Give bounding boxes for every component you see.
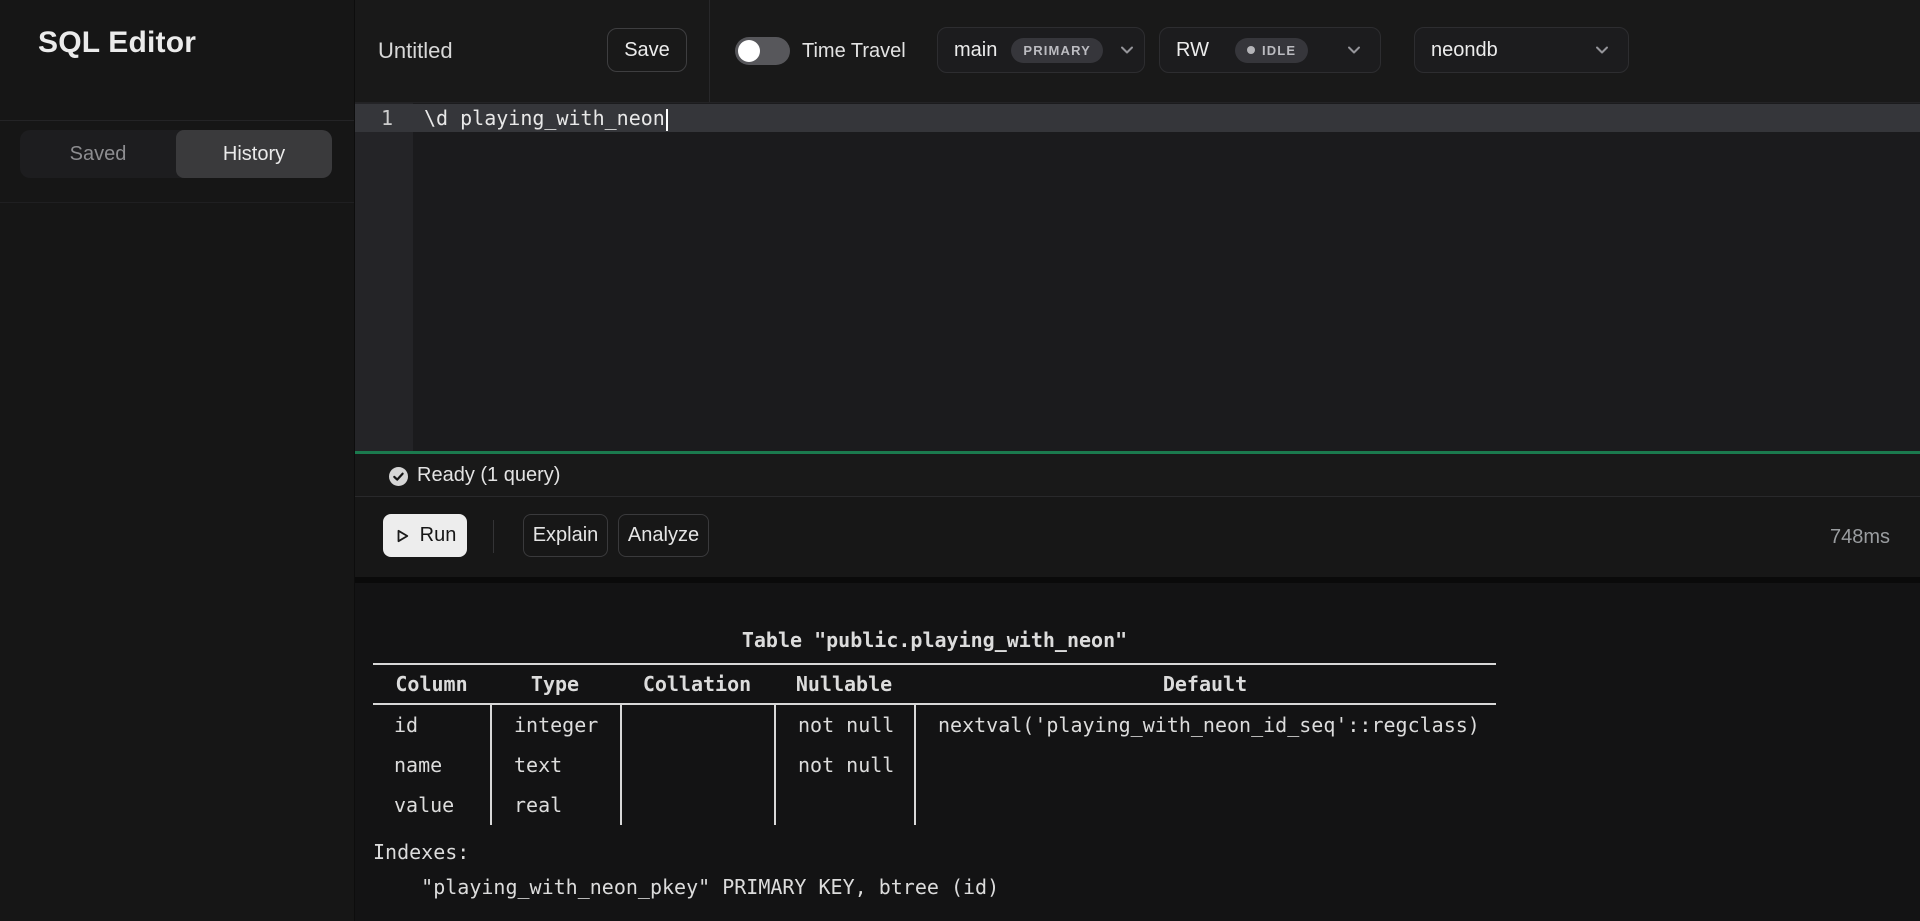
- status-dot-icon: [1247, 46, 1255, 54]
- chevron-down-icon: [1344, 40, 1364, 60]
- divider: [493, 520, 494, 553]
- saved-history-tabs: Saved History: [20, 130, 332, 178]
- table-cell: id: [373, 705, 490, 745]
- sql-editor-app: SQL Editor Saved History Untitled Save T…: [0, 0, 1920, 921]
- table-cell: name: [373, 745, 490, 785]
- sql-code-editor[interactable]: 1 \d playing_with_neon: [355, 103, 1920, 451]
- table-cell: nextval('playing_with_neon_id_seq'::regc…: [914, 705, 1496, 745]
- table-cell: text: [490, 745, 620, 785]
- time-travel-toggle[interactable]: [735, 37, 790, 65]
- chevron-down-icon: [1592, 40, 1612, 60]
- line-number-gutter: [355, 103, 413, 451]
- divider: [709, 0, 710, 102]
- query-title[interactable]: Untitled: [378, 0, 453, 102]
- indexes-label: Indexes:: [373, 840, 469, 864]
- divider: [0, 202, 354, 203]
- database-name: neondb: [1431, 39, 1498, 62]
- editor-topbar: Untitled Save Time Travel main PRIMARY R…: [355, 0, 1920, 103]
- idle-status-badge: IDLE: [1235, 38, 1308, 63]
- result-table-title: Table "public.playing_with_neon": [373, 620, 1496, 660]
- database-selector[interactable]: neondb: [1414, 27, 1629, 73]
- text-cursor: [666, 109, 668, 131]
- query-toolbar: Run Explain Analyze 748ms: [355, 497, 1920, 577]
- code-text: \d playing_with_neon: [424, 106, 665, 130]
- index-definition: "playing_with_neon_pkey" PRIMARY KEY, bt…: [373, 875, 999, 899]
- table-cell: [914, 785, 1496, 825]
- branch-name: main: [954, 39, 997, 62]
- line-number: 1: [355, 104, 413, 132]
- branch-selector[interactable]: main PRIMARY: [937, 27, 1145, 73]
- table-cell: not null: [774, 705, 914, 745]
- column-header: Default: [914, 665, 1496, 703]
- explain-button[interactable]: Explain: [523, 514, 608, 557]
- status-message: Ready (1 query): [417, 454, 560, 496]
- query-duration: 748ms: [1830, 497, 1890, 577]
- table-cell: [774, 785, 914, 825]
- table-cell: value: [373, 785, 490, 825]
- idle-badge-label: IDLE: [1262, 43, 1296, 58]
- sidebar: SQL Editor Saved History: [0, 0, 355, 921]
- column-header: Column: [373, 665, 490, 703]
- time-travel-label: Time Travel: [802, 0, 906, 102]
- active-line[interactable]: 1 \d playing_with_neon: [355, 104, 1920, 132]
- toggle-knob: [738, 40, 760, 62]
- chevron-down-icon: [1117, 40, 1137, 60]
- divider: [0, 120, 354, 121]
- page-title: SQL Editor: [38, 26, 196, 60]
- result-table-body: id integer not null nextval('playing_wit…: [373, 705, 1496, 825]
- compute-selector[interactable]: RW IDLE: [1159, 27, 1381, 73]
- query-results: Table "public.playing_with_neon" Column …: [355, 583, 1920, 921]
- tab-history[interactable]: History: [176, 130, 332, 178]
- table-cell: integer: [490, 705, 620, 745]
- run-button[interactable]: Run: [383, 514, 467, 557]
- compute-name: RW: [1176, 39, 1209, 62]
- tab-saved[interactable]: Saved: [20, 130, 176, 178]
- result-table: Column Type Collation Nullable Default i…: [373, 663, 1496, 825]
- table-cell: [620, 705, 774, 745]
- table-cell: real: [490, 785, 620, 825]
- analyze-button[interactable]: Analyze: [618, 514, 709, 557]
- table-cell: [620, 745, 774, 785]
- primary-badge: PRIMARY: [1011, 38, 1103, 63]
- check-circle-icon: [388, 466, 409, 487]
- table-cell: [914, 745, 1496, 785]
- result-table-header: Column Type Collation Nullable Default: [373, 663, 1496, 705]
- table-cell: not null: [774, 745, 914, 785]
- run-button-label: Run: [420, 524, 457, 547]
- column-header: Nullable: [774, 665, 914, 703]
- save-button[interactable]: Save: [607, 28, 687, 72]
- column-header: Collation: [620, 665, 774, 703]
- status-bar: Ready (1 query): [355, 451, 1920, 497]
- column-header: Type: [490, 665, 620, 703]
- play-icon: [394, 527, 411, 545]
- code-line[interactable]: \d playing_with_neon: [424, 104, 668, 132]
- table-cell: [620, 785, 774, 825]
